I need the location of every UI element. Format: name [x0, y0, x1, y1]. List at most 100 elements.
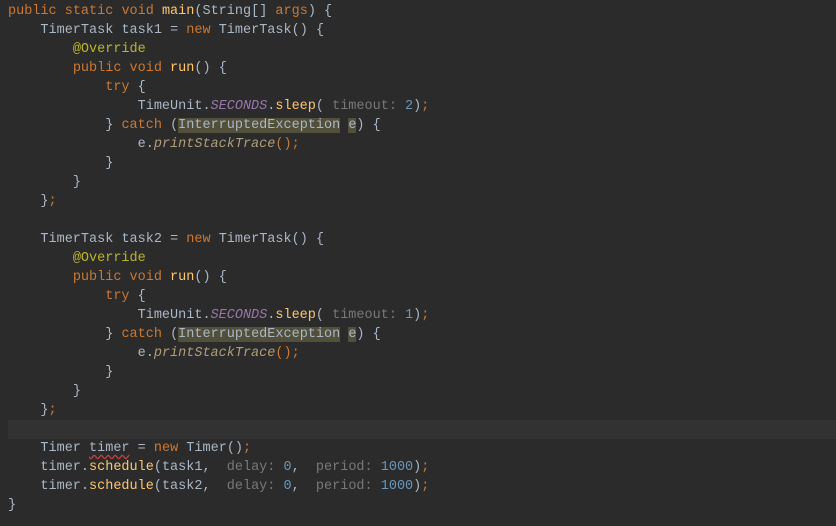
- type-timer: Timer: [186, 441, 227, 456]
- method-sleep: sleep: [275, 308, 316, 323]
- brace: }: [73, 175, 81, 190]
- literal-0: 0: [284, 460, 292, 475]
- line-7: } catch (InterruptedException e) {: [8, 118, 381, 133]
- paren: ): [202, 270, 210, 285]
- bracket: [: [251, 4, 259, 19]
- method-schedule: schedule: [89, 460, 154, 475]
- line-11: };: [8, 194, 57, 209]
- line-1: public static void main(String[] args) {: [8, 4, 332, 19]
- paren: ): [283, 346, 291, 361]
- brace: {: [316, 232, 324, 247]
- line-16: TimeUnit.SECONDS.sleep( timeout: 1);: [8, 308, 429, 323]
- type-interruptedexception: InterruptedException: [178, 327, 340, 342]
- keyword-catch: catch: [121, 118, 162, 133]
- keyword-new: new: [186, 23, 210, 38]
- field-seconds: SECONDS: [211, 308, 268, 323]
- var-e: e: [138, 346, 146, 361]
- literal-1000: 1000: [381, 479, 413, 494]
- literal-0: 0: [284, 479, 292, 494]
- paren: ): [202, 61, 210, 76]
- method-run: run: [170, 270, 194, 285]
- semicolon: ;: [292, 346, 300, 361]
- line-3: @Override: [8, 42, 146, 57]
- code-editor[interactable]: public static void main(String[] args) {…: [8, 2, 836, 515]
- brace: }: [40, 403, 48, 418]
- line-9: }: [8, 156, 113, 171]
- line-18: e.printStackTrace();: [8, 346, 300, 361]
- semicolon: ;: [421, 460, 429, 475]
- param-hint-delay: delay:: [227, 479, 276, 494]
- var-task1: task1: [162, 460, 203, 475]
- brace: {: [138, 80, 146, 95]
- var-task2: task2: [162, 479, 203, 494]
- semicolon: ;: [421, 479, 429, 494]
- paren: ): [356, 327, 364, 342]
- dot: .: [81, 460, 89, 475]
- brace: {: [373, 327, 381, 342]
- paren: ): [356, 118, 364, 133]
- keyword-new: new: [154, 441, 178, 456]
- line-20: }: [8, 384, 81, 399]
- annotation-override: @Override: [73, 251, 146, 266]
- type-timertask: TimerTask: [219, 232, 292, 247]
- paren: ): [300, 232, 308, 247]
- keyword-static: static: [65, 4, 114, 19]
- dot: .: [146, 137, 154, 152]
- brace: {: [316, 23, 324, 38]
- method-run: run: [170, 61, 194, 76]
- keyword-void: void: [121, 4, 153, 19]
- semicolon: ;: [49, 194, 57, 209]
- keyword-new: new: [186, 232, 210, 247]
- line-5: try {: [8, 80, 146, 95]
- line-19: }: [8, 365, 113, 380]
- annotation-override: @Override: [73, 42, 146, 57]
- method-sleep: sleep: [275, 99, 316, 114]
- keyword-public: public: [73, 270, 122, 285]
- semicolon: ;: [49, 403, 57, 418]
- line-12: TimerTask task2 = new TimerTask() {: [8, 232, 324, 247]
- line-23: timer.schedule(task1, delay: 0, period: …: [8, 460, 429, 475]
- keyword-try: try: [105, 289, 129, 304]
- semicolon: ;: [243, 441, 251, 456]
- param-hint-delay: delay:: [227, 460, 276, 475]
- paren: (: [170, 327, 178, 342]
- paren: (: [154, 460, 162, 475]
- line-13: @Override: [8, 251, 146, 266]
- brace: {: [324, 4, 332, 19]
- keyword-public: public: [73, 61, 122, 76]
- paren: (: [292, 23, 300, 38]
- line-10: }: [8, 175, 81, 190]
- brace: {: [138, 289, 146, 304]
- param-hint-timeout: timeout:: [332, 308, 397, 323]
- line-24: timer.schedule(task2, delay: 0, period: …: [8, 479, 429, 494]
- line-blank-highlighted: [8, 420, 836, 439]
- keyword-public: public: [8, 4, 57, 19]
- var-timer: timer: [40, 479, 81, 494]
- method-printstacktrace: printStackTrace: [154, 346, 276, 361]
- type-timeunit: TimeUnit: [138, 99, 203, 114]
- paren: (: [154, 479, 162, 494]
- op-eq: =: [170, 23, 178, 38]
- type-timertask: TimerTask: [40, 23, 113, 38]
- comma: ,: [202, 479, 210, 494]
- paren: ): [300, 23, 308, 38]
- paren: (: [170, 118, 178, 133]
- brace: }: [105, 327, 113, 342]
- paren: (: [292, 232, 300, 247]
- literal-2: 2: [405, 99, 413, 114]
- dot: .: [202, 308, 210, 323]
- brace: }: [105, 118, 113, 133]
- line-21: };: [8, 403, 57, 418]
- line-6: TimeUnit.SECONDS.sleep( timeout: 2);: [8, 99, 429, 114]
- keyword-void: void: [130, 61, 162, 76]
- comma: ,: [202, 460, 210, 475]
- line-22: Timer timer = new Timer();: [8, 441, 251, 456]
- brace: }: [8, 498, 16, 513]
- paren: ): [308, 4, 316, 19]
- type-timertask: TimerTask: [40, 232, 113, 247]
- paren: ): [235, 441, 243, 456]
- keyword-void: void: [130, 270, 162, 285]
- brace: }: [73, 384, 81, 399]
- var-task2: task2: [121, 232, 162, 247]
- comma: ,: [292, 460, 300, 475]
